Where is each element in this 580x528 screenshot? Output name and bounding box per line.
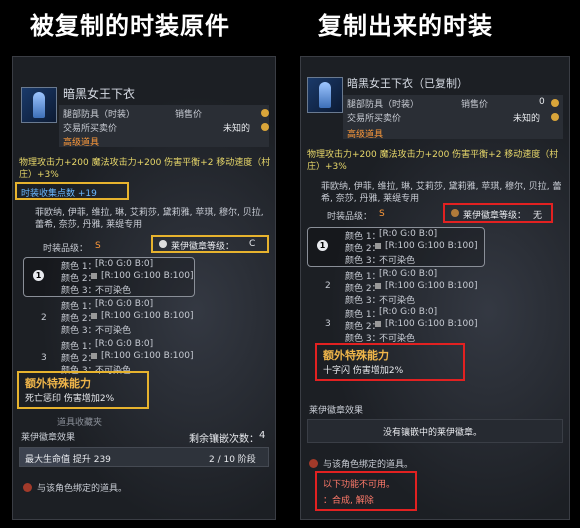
item-grade: 高级道具 <box>347 130 384 140</box>
dye-value: [R:100 G:100 B:100] <box>385 241 478 251</box>
item-type: 腿部防具（时装） <box>63 110 136 120</box>
dye-value: 不可染色 <box>379 256 416 266</box>
dye-set-number: 3 <box>325 319 331 329</box>
dye-value: 不可染色 <box>95 286 132 296</box>
tooltip-original: 暗黑女王下衣 腿部防具（时装） 销售价 交易所买卖价 未知的 高级道具 物理攻击… <box>12 56 276 520</box>
badge-effect-title: 莱伊徽章效果 <box>309 406 364 416</box>
badge-value: 无 <box>533 211 543 221</box>
trade-value: 未知的 <box>513 114 541 124</box>
dye-value: [R:100 G:100 B:100] <box>101 311 194 321</box>
dye-value: [R:0 G:0 B:0] <box>95 259 154 269</box>
color-swatch <box>375 321 381 327</box>
item-name: 暗黑女王下衣（已复制） <box>347 77 468 90</box>
item-name: 暗黑女王下衣 <box>63 87 136 101</box>
color-swatch <box>91 273 97 279</box>
dye-value: [R:100 G:100 B:100] <box>385 319 478 329</box>
color-swatch <box>91 313 97 319</box>
item-grade: 高级道具 <box>63 138 100 148</box>
class-list: 菲欧纳, 伊菲, 维拉, 琳, 艾莉莎, 黛莉雅, 苹琪, 穆尔, 贝拉, 蕾希… <box>35 208 264 230</box>
dye-label: 颜色 3： <box>61 326 97 336</box>
color-swatch <box>375 283 381 289</box>
tooltip-copy: 暗黑女王下衣（已复制） 腿部防具（时装） 销售价 0 交易所买卖价 未知的 高级… <box>300 56 570 520</box>
badge-icon <box>451 209 459 217</box>
heading-copy: 复制出来的时装 <box>318 12 493 40</box>
disabled-title: 以下功能不可用。 <box>323 480 396 490</box>
dye-set-number: 3 <box>41 353 47 363</box>
color-swatch <box>375 243 381 249</box>
coin-icon <box>261 123 269 131</box>
no-badge-text: 没有镶嵌中的莱伊徽章。 <box>383 428 483 438</box>
badge-label: 莱伊徽章等级： <box>463 211 527 221</box>
dye-value: [R:100 G:100 B:100] <box>101 271 194 281</box>
dye-label: 颜色 3： <box>345 256 381 266</box>
warning-icon <box>23 483 32 492</box>
dye-set-number: 2 <box>41 313 47 323</box>
coin-icon <box>261 109 269 117</box>
color-swatch <box>91 353 97 359</box>
coin-icon <box>551 99 559 107</box>
dye-value: [R:0 G:0 B:0] <box>95 339 154 349</box>
dye-set-number: 1 <box>317 240 328 251</box>
special-title: 额外特殊能力 <box>323 349 389 362</box>
dye-value: [R:0 G:0 B:0] <box>379 269 438 279</box>
remaining-value: 4 <box>259 430 266 441</box>
dye-value: [R:100 G:100 B:100] <box>101 351 194 361</box>
trade-label: 交易所买卖价 <box>347 114 402 124</box>
item-icon <box>307 77 343 113</box>
sale-label: 销售价 <box>175 110 203 120</box>
trade-label: 交易所买卖价 <box>63 124 118 134</box>
disabled-items: ：合成, 解除 <box>323 496 374 506</box>
dye-set-number: 2 <box>325 281 331 291</box>
quality-label: 时装品级： <box>43 244 89 254</box>
item-stats: 物理攻击力+200 魔法攻击力+200 伤害平衡+2 移动速度（村庄）+3% <box>19 158 271 180</box>
item-stats: 物理攻击力+200 魔法攻击力+200 伤害平衡+2 移动速度（村庄）+3% <box>307 150 559 172</box>
dye-label: 颜色 3： <box>61 286 97 296</box>
sale-label: 销售价 <box>461 100 489 110</box>
dye-set-number: 1 <box>33 270 44 281</box>
remaining-label: 剩余镶嵌次数： <box>189 434 259 445</box>
collection-hint: 道具收藏夹 <box>57 418 103 428</box>
quality-value: S <box>95 241 101 251</box>
badge-effect-title: 莱伊徽章效果 <box>21 433 76 443</box>
quality-label: 时装品级： <box>327 212 373 222</box>
trade-value: 未知的 <box>223 124 251 134</box>
quality-value: S <box>379 209 385 219</box>
special-effect: 死亡惩印 伤害增加2% <box>25 394 115 404</box>
warning-icon <box>309 459 318 468</box>
dye-value: [R:0 G:0 B:0] <box>379 229 438 239</box>
bar-label: 最大生命值 提升 239 <box>25 455 111 465</box>
item-type: 腿部防具（时装） <box>347 100 420 110</box>
bar-stage: 2 / 10 阶段 <box>209 455 256 465</box>
dye-value: [R:0 G:0 B:0] <box>379 307 438 317</box>
dye-value: 不可染色 <box>95 326 132 336</box>
item-icon <box>21 87 57 123</box>
dye-label: 颜色 3： <box>345 296 381 306</box>
sale-value: 0 <box>539 97 545 107</box>
bound-text: 与该角色绑定的道具。 <box>323 460 414 470</box>
dye-value: [R:100 G:100 B:100] <box>385 281 478 291</box>
heading-original: 被复制的时装原件 <box>30 12 230 40</box>
special-title: 额外特殊能力 <box>25 377 91 390</box>
dye-value: [R:0 G:0 B:0] <box>95 299 154 309</box>
dye-value: 不可染色 <box>379 296 416 306</box>
special-effect: 十字闪 伤害增加2% <box>323 366 404 376</box>
class-list: 菲欧纳, 伊菲, 维拉, 琳, 艾莉莎, 黛莉雅, 苹琪, 穆尔, 贝拉, 蕾希… <box>321 182 562 204</box>
highlight-collection <box>15 182 129 200</box>
bound-text: 与该角色绑定的道具。 <box>37 484 128 494</box>
badge-icon <box>159 240 167 248</box>
badge-value: C <box>249 239 256 249</box>
badge-label: 莱伊徽章等级： <box>171 242 235 252</box>
coin-icon <box>551 113 559 121</box>
